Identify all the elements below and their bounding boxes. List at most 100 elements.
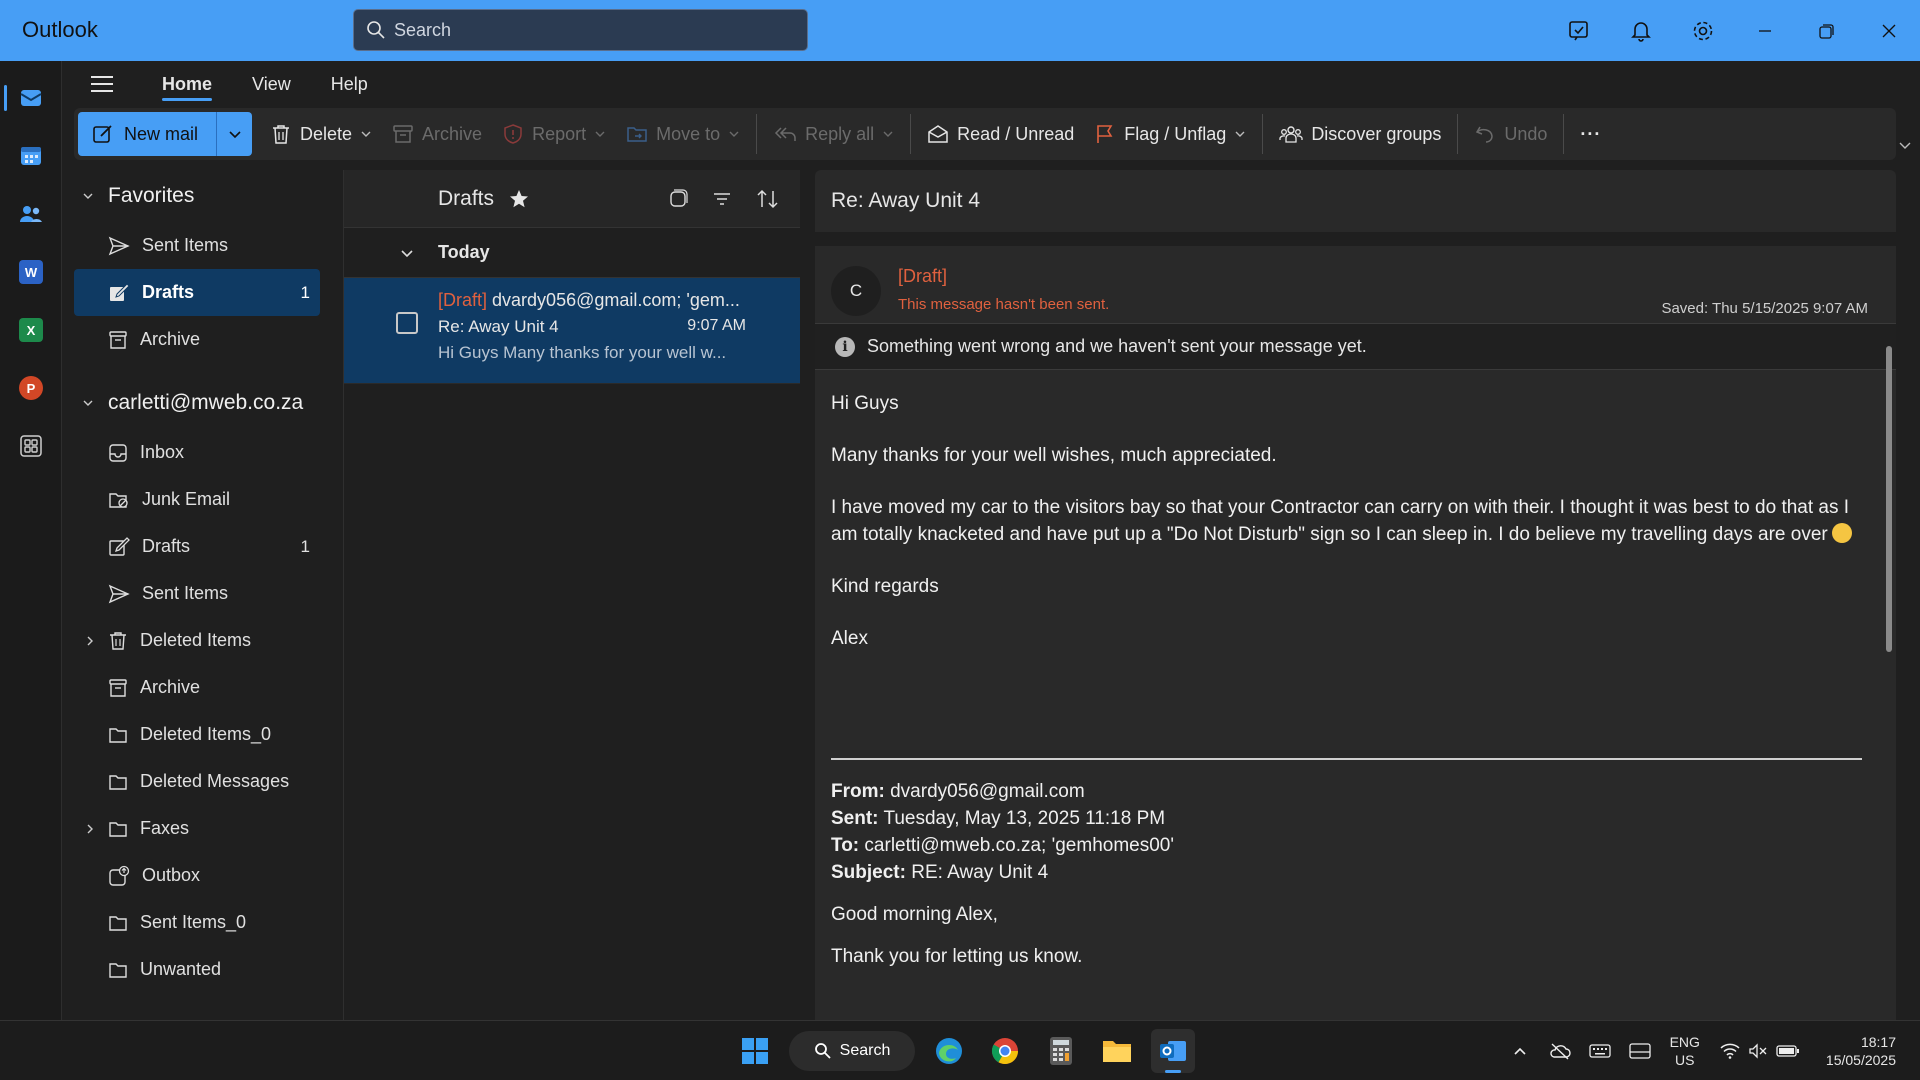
system-clock[interactable]: 18:17 15/05/2025 (1810, 1033, 1920, 1069)
tab-view[interactable]: View (232, 61, 311, 107)
tray-onedrive[interactable] (1540, 1021, 1580, 1080)
tray-tablet-mode[interactable] (1620, 1021, 1660, 1080)
account-header[interactable]: carletti@mweb.co.za (62, 377, 342, 429)
report-button[interactable]: Report (492, 112, 616, 156)
trash-icon (273, 125, 290, 144)
message-list: Drafts Today [Draft] dvardy056@gmail.com… (343, 170, 800, 1020)
my-day-button[interactable] (1548, 0, 1610, 61)
folder-sent-items-0[interactable]: Sent Items_0 (62, 899, 342, 946)
restore-button[interactable] (1796, 0, 1858, 61)
taskbar-outlook[interactable] (1151, 1029, 1195, 1073)
tab-help[interactable]: Help (311, 61, 388, 107)
flag-unflag-button[interactable]: Flag / Unflag (1084, 112, 1256, 156)
folder-label: Sent Items (142, 583, 229, 603)
folder-outbox[interactable]: Outbox (62, 852, 342, 899)
reading-pane: Re: Away Unit 4 C [Draft] This message h… (815, 170, 1896, 1020)
draft-label[interactable]: [Draft] (898, 266, 947, 287)
select-icon[interactable] (668, 189, 688, 209)
folder-inbox[interactable]: Inbox (62, 429, 342, 476)
gear-icon (1693, 21, 1713, 40)
close-button[interactable] (1858, 0, 1920, 61)
new-mail-dropdown[interactable] (216, 112, 253, 156)
bell-icon (1631, 21, 1651, 42)
folder-sent-items[interactable]: Sent Items (62, 570, 342, 617)
rail-people[interactable] (0, 185, 62, 243)
folder-deleted-items-0[interactable]: Deleted Items_0 (62, 711, 342, 758)
notifications-button[interactable] (1610, 0, 1672, 61)
folder-icon (1103, 1041, 1131, 1062)
folder-label: Drafts (142, 282, 195, 302)
input-language[interactable]: ENG US (1660, 1033, 1710, 1069)
calendar-icon (21, 147, 41, 165)
discover-groups-button[interactable]: Discover groups (1269, 112, 1451, 156)
scrollbar-thumb[interactable] (1886, 346, 1892, 652)
filter-icon[interactable] (712, 189, 732, 209)
star-icon[interactable] (508, 188, 530, 210)
reading-scrollbar[interactable] (1884, 326, 1894, 1020)
rail-excel[interactable]: X (0, 301, 62, 359)
quoted-sent: Sent: Tuesday, May 13, 2025 11:18 PM (831, 808, 1166, 829)
taskbar-chrome[interactable] (983, 1029, 1027, 1073)
quick-settings[interactable] (1710, 1029, 1810, 1073)
rail-more-apps[interactable] (0, 417, 62, 475)
new-mail-label: New mail (124, 123, 199, 144)
read-unread-button[interactable]: Read / Unread (917, 112, 1084, 156)
rail-calendar[interactable] (0, 127, 62, 185)
new-mail-button[interactable]: New mail (78, 112, 217, 156)
taskbar-calculator[interactable] (1039, 1029, 1083, 1073)
search-input[interactable] (394, 19, 794, 41)
search-box[interactable] (353, 9, 808, 51)
quoted-line-1: Good morning Alex, (831, 904, 998, 925)
more-options-button[interactable]: ··· (1570, 112, 1611, 156)
folder-label: Archive (140, 677, 201, 697)
chrome-icon (991, 1038, 1019, 1065)
tray-overflow-button[interactable] (1500, 1021, 1540, 1080)
taskbar-edge[interactable] (927, 1029, 971, 1073)
group-header-today[interactable]: Today (344, 228, 800, 278)
rail-mail[interactable] (0, 69, 62, 127)
message-item[interactable]: [Draft] dvardy056@gmail.com; 'gem... Re:… (344, 278, 800, 384)
ribbon-separator (1262, 114, 1264, 154)
message-recipients-line: [Draft] dvardy056@gmail.com; 'gem... (438, 290, 786, 311)
tray-keyboard[interactable] (1580, 1021, 1620, 1080)
avatar[interactable]: C (831, 266, 881, 316)
chevron-right-icon[interactable] (84, 635, 96, 647)
folder-unwanted[interactable]: Unwanted (62, 946, 342, 993)
folder-favorites-sent-items[interactable]: Sent Items (62, 222, 342, 269)
chevron-right-icon[interactable] (84, 823, 96, 835)
chevron-down-icon (1899, 142, 1911, 149)
folder-junk-email[interactable]: Junk Email (62, 476, 342, 523)
warning-text: Something went wrong and we haven't sent… (867, 336, 1367, 356)
folder-drafts[interactable]: Drafts 1 (62, 523, 342, 570)
quoted-line-2: Thank you for letting us know. (831, 946, 1083, 967)
folder-archive[interactable]: Archive (62, 664, 342, 711)
body-greeting: Hi Guys (831, 393, 899, 414)
move-to-button[interactable]: Move to (616, 112, 750, 156)
rail-word[interactable]: W (0, 243, 62, 301)
folder-label: Drafts (142, 536, 191, 556)
undo-button[interactable]: Undo (1464, 112, 1557, 156)
taskbar-file-explorer[interactable] (1095, 1029, 1139, 1073)
delete-button[interactable]: Delete (260, 112, 382, 156)
message-checkbox[interactable] (396, 312, 418, 334)
favorites-header[interactable]: Favorites (62, 170, 342, 222)
taskbar-search[interactable]: Search (789, 1031, 915, 1071)
navigation-menu-button[interactable] (62, 61, 142, 107)
rail-powerpoint[interactable]: P (0, 359, 62, 417)
ribbon-expand-button[interactable] (1898, 138, 1912, 157)
sort-icon[interactable] (756, 188, 780, 210)
tab-home[interactable]: Home (142, 61, 232, 107)
windows-icon (742, 1038, 768, 1064)
start-button[interactable] (733, 1029, 777, 1073)
group-label: Today (438, 242, 490, 262)
reply-all-button[interactable]: Reply all (763, 112, 904, 156)
folder-deleted-messages[interactable]: Deleted Messages (62, 758, 342, 805)
folder-favorites-drafts[interactable]: Drafts 1 (74, 269, 320, 316)
quoted-from: From: dvardy056@gmail.com (831, 781, 1085, 802)
settings-button[interactable] (1672, 0, 1734, 61)
minimize-button[interactable] (1734, 0, 1796, 61)
folder-faxes[interactable]: Faxes (62, 805, 342, 852)
archive-button[interactable]: Archive (382, 112, 492, 156)
folder-favorites-archive[interactable]: Archive (62, 316, 342, 363)
folder-deleted-items[interactable]: Deleted Items (62, 617, 342, 664)
